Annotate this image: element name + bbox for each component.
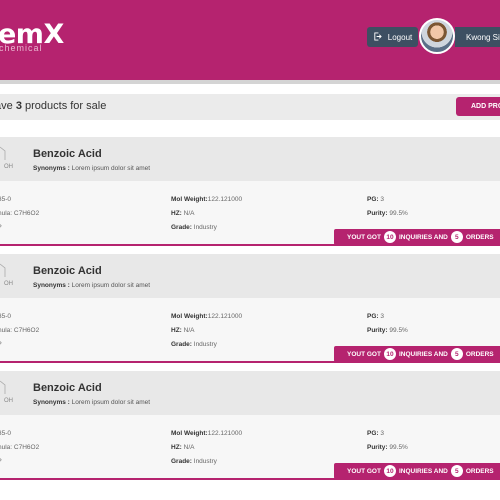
grade: Grade: Industry <box>171 224 217 231</box>
add-product-button[interactable]: ADD PRO <box>456 97 500 116</box>
avatar[interactable] <box>419 18 455 54</box>
molecule-structure-icon: OH <box>0 146 13 169</box>
user-menu[interactable]: Kwong Sit <box>455 27 500 47</box>
product-synonyms: Synonyms : Lorem ipsum dolor sit amet <box>33 282 151 289</box>
inquiries-count-badge: 10 <box>383 348 396 360</box>
mol-weight: Mol Weight:122.121000 <box>171 313 243 320</box>
product-card[interactable]: OH Benzoic Acid Synonyms : Lorem ipsum dol… <box>0 137 500 246</box>
product-synonyms: Synonyms : Lorem ipsum dolor sit amet <box>33 399 151 406</box>
svg-text:OH: OH <box>4 164 13 169</box>
molecule-structure-icon: OH <box>0 380 13 403</box>
inquiries-orders-button[interactable]: YOUT GOT 10 INQUIRIES AND 5 ORDERS <box>334 346 500 362</box>
orders-label: ORDERS <box>465 233 494 241</box>
orders-label: ORDERS <box>465 467 494 475</box>
truncated-field: ? <box>0 341 2 348</box>
inquiries-prefix: YOUT GOT <box>347 233 381 241</box>
mol-weight: Mol Weight:122.121000 <box>171 196 243 203</box>
cas-number: 35-0 <box>0 196 12 203</box>
inquiries-label: INQUIRIES AND <box>398 350 448 358</box>
mol-weight: Mol Weight:122.121000 <box>171 430 243 437</box>
purity: Purity: 99.5% <box>367 210 408 217</box>
product-card[interactable]: OH Benzoic Acid Synonyms : Lorem ipsum dol… <box>0 254 500 363</box>
inquiries-label: INQUIRIES AND <box>398 467 448 475</box>
cas-number: 35-0 <box>0 430 12 437</box>
svg-text:OH: OH <box>4 281 13 286</box>
product-name[interactable]: Benzoic Acid <box>33 148 102 160</box>
inquiries-label: INQUIRIES AND <box>398 233 448 241</box>
cas-number: 35-0 <box>0 313 12 320</box>
packing-group: PG: 3 <box>367 313 384 320</box>
products-count: 3 <box>15 100 22 112</box>
hazard-code: HZ: N/A <box>171 444 195 451</box>
products-count-text: ave 3 products for sale <box>0 100 107 112</box>
packing-group: PG: 3 <box>367 430 384 437</box>
packing-group: PG: 3 <box>367 196 384 203</box>
inquiries-count-badge: 10 <box>383 231 396 243</box>
purity: Purity: 99.5% <box>367 327 408 334</box>
product-name[interactable]: Benzoic Acid <box>33 382 102 394</box>
hazard-code: HZ: N/A <box>171 210 195 217</box>
logout-button[interactable]: Logout <box>367 27 418 47</box>
grade: Grade: Industry <box>171 341 217 348</box>
formula: nula: C7H6O2 <box>0 444 40 451</box>
logout-icon <box>373 31 382 43</box>
truncated-field: ? <box>0 458 2 465</box>
inquiries-count-badge: 10 <box>383 465 396 477</box>
formula: nula: C7H6O2 <box>0 327 40 334</box>
formula: nula: C7H6O2 <box>0 210 40 217</box>
orders-count-badge: 5 <box>450 348 463 360</box>
inquiries-orders-button[interactable]: YOUT GOT 10 INQUIRIES AND 5 ORDERS <box>334 463 500 479</box>
svg-text:OH: OH <box>4 398 13 403</box>
products-summary-bar: ave 3 products for sale <box>0 94 500 120</box>
hazard-code: HZ: N/A <box>171 327 195 334</box>
product-synonyms: Synonyms : Lorem ipsum dolor sit amet <box>33 165 151 172</box>
product-name[interactable]: Benzoic Acid <box>33 265 102 277</box>
product-card[interactable]: OH Benzoic Acid Synonyms : Lorem ipsum dol… <box>0 371 500 480</box>
molecule-structure-icon: OH <box>0 263 13 286</box>
orders-count-badge: 5 <box>450 231 463 243</box>
purity: Purity: 99.5% <box>367 444 408 451</box>
orders-count-badge: 5 <box>450 465 463 477</box>
logo-tagline: chemical <box>0 43 43 53</box>
truncated-field: ? <box>0 224 2 231</box>
orders-label: ORDERS <box>465 350 494 358</box>
logout-label: Logout <box>387 32 413 42</box>
user-name: Kwong Sit <box>466 32 500 42</box>
grade: Grade: Industry <box>171 458 217 465</box>
inquiries-prefix: YOUT GOT <box>347 350 381 358</box>
app-header: emX chemical Logout Kwong Sit <box>0 0 500 84</box>
inquiries-prefix: YOUT GOT <box>347 467 381 475</box>
inquiries-orders-button[interactable]: YOUT GOT 10 INQUIRIES AND 5 ORDERS <box>334 229 500 245</box>
